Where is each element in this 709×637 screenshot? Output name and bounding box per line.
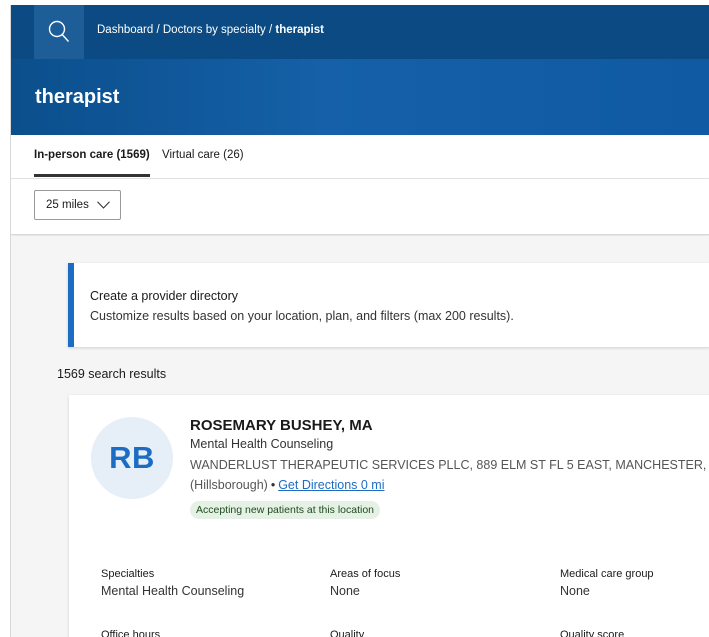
provider-directory-banner[interactable]: Create a provider directory Customize re…: [68, 263, 709, 347]
detail-value: None: [560, 584, 590, 598]
result-count: 1569 search results: [57, 367, 167, 381]
search-icon: [48, 20, 70, 42]
top-bar: Dashboard / Doctors by specialty / thera…: [11, 5, 709, 59]
distance-dropdown[interactable]: 25 miles: [34, 190, 121, 220]
detail-label: Specialties: [101, 568, 155, 580]
breadcrumb-separator: /: [156, 24, 160, 36]
care-tabs: In-person care (1569) Virtual care (26): [11, 135, 709, 179]
filter-bar: 25 miles: [11, 179, 709, 235]
breadcrumb-current: therapist: [275, 24, 324, 36]
banner-title: Create a provider directory: [90, 289, 238, 303]
detail-label: Office hours: [101, 629, 161, 637]
chevron-down-icon: [96, 201, 110, 209]
avatar: RB: [91, 417, 173, 499]
page-header: therapist: [11, 59, 709, 135]
breadcrumb: Dashboard / Doctors by specialty / thera…: [97, 24, 324, 36]
provider-specialty: Mental Health Counseling: [190, 437, 334, 451]
page-title: therapist: [35, 86, 120, 108]
provider-card: RB ROSEMARY BUSHEY, MA Mental Health Cou…: [69, 395, 709, 637]
results-area: Create a provider directory Customize re…: [11, 236, 709, 637]
detail-specialties: Specialties Mental Health Counseling: [101, 568, 244, 598]
provider-address: WANDERLUST THERAPEUTIC SERVICES PLLC, 88…: [190, 458, 709, 472]
accepting-patients-badge: Accepting new patients at this location: [190, 501, 381, 519]
provider-county: (Hillsborough): [190, 478, 268, 492]
detail-label: Areas of focus: [330, 568, 401, 580]
detail-label: Medical care group: [560, 568, 654, 580]
search-button[interactable]: [34, 5, 84, 59]
get-directions-link[interactable]: Get Directions 0 mi: [278, 478, 384, 492]
detail-value: None: [330, 584, 360, 598]
detail-medical-care-group: Medical care group None: [560, 568, 654, 598]
provider-name[interactable]: ROSEMARY BUSHEY, MA: [190, 417, 373, 434]
distance-value: 25 miles: [46, 199, 89, 211]
avatar-initials: RB: [109, 440, 155, 475]
detail-quality: Quality: [330, 629, 364, 637]
breadcrumb-dashboard[interactable]: Dashboard: [97, 24, 153, 36]
tab-in-person-care[interactable]: In-person care (1569): [34, 149, 150, 161]
detail-label: Quality score: [560, 629, 625, 637]
detail-office-hours: Office hours: [101, 629, 160, 637]
breadcrumb-separator: /: [268, 24, 273, 36]
app-frame: Dashboard / Doctors by specialty / thera…: [10, 5, 709, 637]
provider-location-line: (Hillsborough) • Get Directions 0 mi: [190, 478, 384, 492]
detail-value: Mental Health Counseling: [101, 584, 245, 598]
active-tab-indicator: [34, 174, 150, 177]
banner-description: Customize results based on your location…: [90, 309, 514, 323]
separator-dot: •: [270, 478, 276, 492]
detail-areas-of-focus: Areas of focus None: [330, 568, 400, 598]
breadcrumb-doctors-by-specialty[interactable]: Doctors by specialty: [163, 24, 266, 36]
detail-label: Quality: [330, 629, 365, 637]
detail-quality-score: Quality score: [560, 629, 624, 637]
tab-virtual-care[interactable]: Virtual care (26): [162, 149, 244, 161]
